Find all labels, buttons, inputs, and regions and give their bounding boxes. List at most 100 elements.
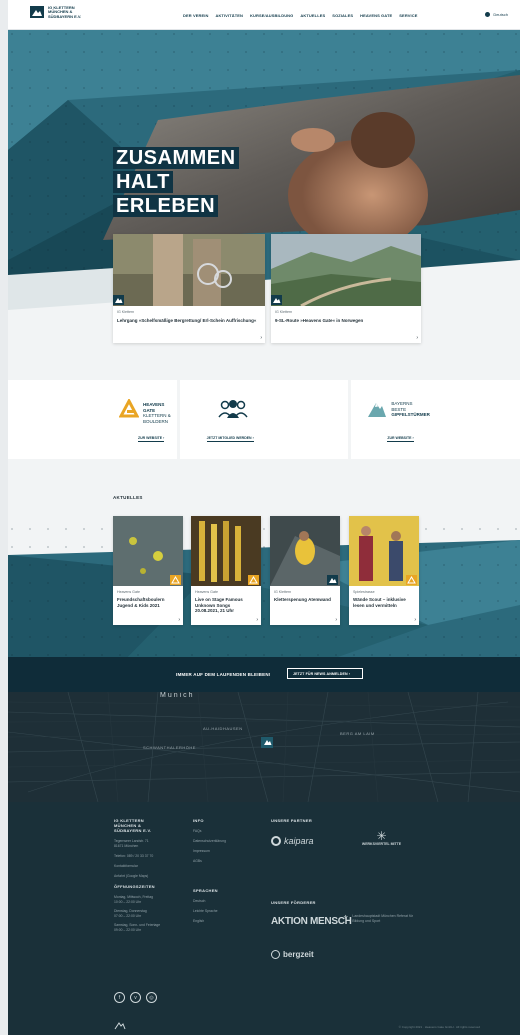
sponsor-bergzeit[interactable]: bergzeit [271, 950, 314, 959]
become-member-label: JETZT MITGLIED WERDEN [206, 436, 252, 440]
card-category: IG Klettern [274, 590, 292, 594]
werksviertel-logo-icon: ✳ [376, 829, 387, 843]
werksviertel-label: WERKSVIERTEL MITTE [361, 842, 402, 846]
footer-link-agb[interactable]: AGBs [193, 859, 263, 864]
partner-heavens-gate: HEAVENS GATE KLETTERN & BOULDERN ZUR WEB… [8, 380, 177, 459]
footer-contact-link[interactable]: Kontaktformular [114, 864, 184, 869]
heavens-gate-website-link[interactable]: ZUR WEBSITE › [138, 436, 165, 442]
location-map[interactable]: Munich AU-HAIDHAUSEN BERG AM LAIM SCHWAN… [8, 692, 520, 802]
footer-route-link[interactable]: Anfahrt (Google Maps) [114, 874, 184, 879]
hero-card-2[interactable]: IG Klettern 9-SL-Route »Heavens Gate« in… [271, 234, 421, 343]
newsletter-text: IMMER AUF DEM LAUFENDEN BLEIBEN! [176, 672, 271, 677]
partner-werksviertel[interactable]: ✳ WERKSVIERTEL MITTE [359, 830, 404, 846]
main-nav: DER VEREIN AKTIVITÄTEN KURSE/AUSBILDUNG … [183, 13, 417, 18]
footer-link-privacy[interactable]: Datenschutzerklärung [193, 839, 263, 844]
map-city-label: Munich [160, 692, 195, 699]
card-image [113, 234, 265, 306]
footer-info-heading: INFO [193, 818, 204, 823]
card-category: IG Klettern [117, 310, 135, 314]
newsletter-signup-label: JETZT FÜR NEWS ANMELDEN [293, 672, 348, 676]
chevron-right-icon: › [260, 335, 262, 341]
footer-lang-easy[interactable]: Leichte Sprache [193, 909, 263, 914]
partner-gipfelstuermer: BAYERNS BESTE GIPFELSTÜRMER ZUR WEBSITE … [351, 380, 520, 459]
hero-title-line-2: HALT [113, 171, 173, 193]
logo-text: IG KLETTERN MÜNCHEN & SÜDBAYERN E.V. [48, 5, 82, 19]
chevron-right-icon: › [335, 617, 337, 623]
nav-item-aktuelles[interactable]: AKTUELLES [300, 13, 325, 18]
sponsor-muenchen[interactable]: ⚜ Landeshauptstadt München Referat für B… [343, 914, 423, 923]
footer-info: INFO FAQs Datenschutzerklärung Impressum… [193, 818, 263, 929]
map-district-label: AU-HAIDHAUSEN [203, 726, 243, 731]
language-label: Deutsch [493, 12, 508, 17]
language-switch[interactable]: Deutsch [485, 12, 508, 17]
footer-link-faq[interactable]: FAQs [193, 829, 263, 834]
nav-item-soziales[interactable]: SOZIALES [332, 13, 353, 18]
chevron-right-icon: › [416, 335, 418, 341]
card-category: Spielestrasse [353, 590, 375, 594]
footer-hours-heading: ÖFFNUNGSZEITEN [114, 884, 155, 889]
chevron-right-icon: › [256, 617, 258, 623]
news-card-4[interactable]: Spielestrasse Wände Scout – inklusive le… [349, 516, 419, 625]
news-card-1[interactable]: Heavens Gate Freundschaftsboulern Jugend… [113, 516, 183, 625]
bergzeit-label: bergzeit [283, 950, 314, 959]
footer-address: Tegernseer Landstr. 71 81671 München [114, 839, 184, 849]
site-logo[interactable]: IG KLETTERN MÜNCHEN & SÜDBAYERN E.V. [30, 5, 86, 19]
card-title: Kletterspenung Atemwand [274, 597, 331, 602]
sponsor-muenchen-label: Landeshauptstadt München Referat für Bil… [352, 914, 414, 923]
news-background [8, 525, 520, 657]
card-category: Heavens Gate [117, 590, 140, 594]
kaipara-label: kaipara [284, 836, 314, 846]
nav-item-verein[interactable]: DER VEREIN [183, 13, 208, 18]
heavens-gate-badge-icon [406, 575, 417, 585]
sponsor-aktion-mensch[interactable]: AKTION MENSCH [271, 916, 352, 927]
heavens-gate-line-1: HEAVENS GATE [143, 402, 165, 413]
newsletter-bar: IMMER AUF DEM LAUFENDEN BLEIBEN! JETZT F… [8, 657, 520, 692]
heavens-gate-line-3: BOULDERN [143, 418, 169, 424]
facebook-icon[interactable]: f [114, 992, 125, 1003]
nav-item-heavens-gate[interactable]: HEAVENS GATE [360, 13, 392, 18]
footer-phone[interactable]: Telefon: 089 / 20 33 37 70 [114, 854, 184, 859]
footer-logo-icon[interactable] [114, 1020, 126, 1030]
nav-item-aktivitaeten[interactable]: AKTIVITÄTEN [215, 13, 243, 18]
news-card-2[interactable]: Heavens Gate Live on Stage Famous Unknow… [191, 516, 261, 625]
partner-kaipara[interactable]: kaipara [271, 836, 314, 846]
chevron-right-icon: › [414, 617, 416, 623]
card-title: Live on Stage Famous Unknown Songs 20.08… [195, 597, 243, 614]
nav-item-kurse[interactable]: KURSE/AUSBILDUNG [250, 13, 293, 18]
card-title: Wände Scout – inklusive lesen und vermit… [353, 597, 406, 608]
city-crest-icon: ⚜ [343, 915, 349, 921]
heavens-gate-logo-icon [119, 399, 139, 418]
globe-icon [485, 12, 491, 17]
card-title: Freundschaftsboulern Jugend & Kids 2021 [117, 597, 165, 608]
footer-address-line: 81671 München [114, 844, 139, 848]
vimeo-icon[interactable]: v [130, 992, 141, 1003]
mountain-badge-icon [271, 295, 282, 305]
people-group-icon [218, 400, 248, 418]
copyright-text: © Copyright 2021 · Heavens Gate GmbH · A… [398, 1025, 480, 1029]
footer-org-name: IG KLETTERN MÜNCHEN & SÜDBAYERN E.V. [114, 818, 184, 833]
newsletter-signup-button[interactable]: JETZT FÜR NEWS ANMELDEN › [287, 668, 363, 679]
mountain-badge-icon [327, 575, 338, 585]
bergzeit-logo-icon [271, 950, 280, 959]
become-member-link[interactable]: JETZT MITGLIED WERDEN › [206, 436, 254, 442]
nav-item-service[interactable]: SERVICE [399, 13, 417, 18]
heavens-gate-badge-icon [170, 575, 181, 585]
footer-lang-de[interactable]: Deutsch [193, 899, 263, 904]
gipfelstuermer-website-link[interactable]: ZUR WEBSITE › [387, 436, 414, 442]
map-district-label: BERG AM LAIM [340, 731, 375, 736]
footer-lang-en[interactable]: English [193, 919, 263, 924]
hero-card-1[interactable]: IG Klettern Lehrgang »Schelfsmäßige Berg… [113, 234, 265, 343]
page: IG KLETTERN MÜNCHEN & SÜDBAYERN E.V. DER… [8, 0, 520, 1035]
card-title: 9-SL-Route »Heavens Gate« in Norwegen [275, 318, 364, 323]
gipfelstuermer-website-label: ZUR WEBSITE [387, 436, 412, 440]
partner-membership: JETZT MITGLIED WERDEN › [179, 380, 349, 459]
news-card-3[interactable]: IG Klettern Kletterspenung Atemwand › [270, 516, 340, 625]
footer-partners-heading: UNSERE PARTNER [271, 818, 313, 823]
instagram-icon[interactable]: ◎ [146, 992, 157, 1003]
hero-title-line-1: ZUSAMMEN [113, 147, 239, 169]
footer-link-imprint[interactable]: Impressum [193, 849, 263, 854]
map-district-label: SCHWANTHALERHÖHE [143, 745, 196, 750]
mountain-badge-icon [113, 295, 124, 305]
hero-section: ZUSAMMEN HALT ERLEBEN IG Klettern Lehrga… [8, 30, 520, 360]
kaipara-logo-icon [271, 836, 281, 846]
